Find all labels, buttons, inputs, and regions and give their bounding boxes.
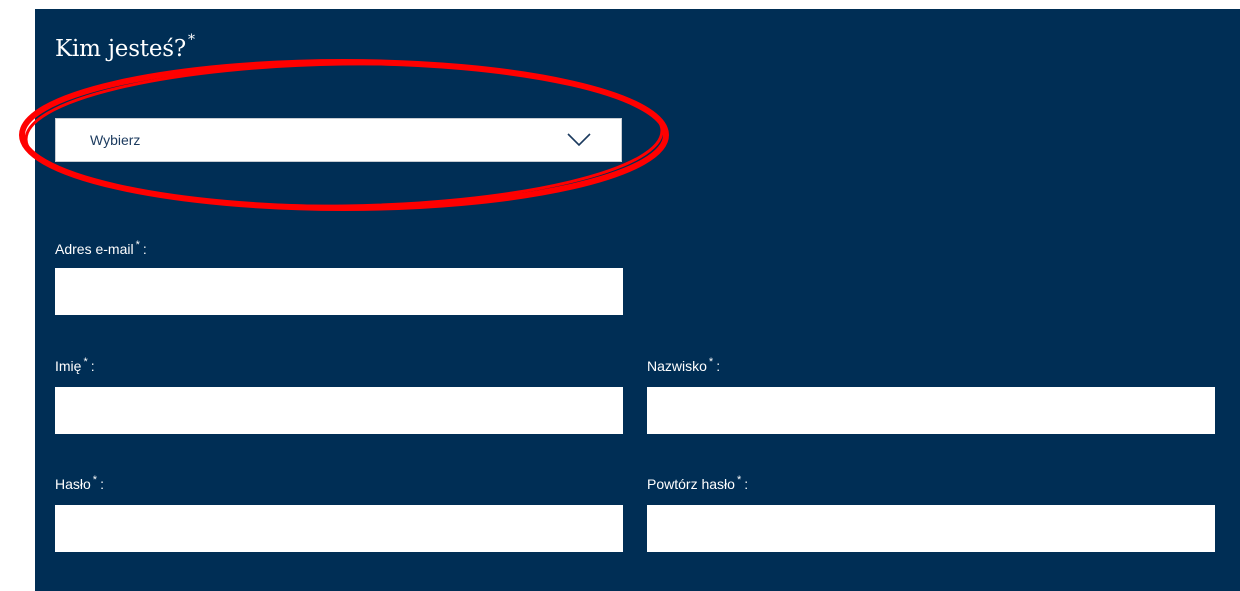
first-name-label-text: Imię <box>55 358 82 374</box>
password-input[interactable] <box>55 505 623 552</box>
required-asterisk: * <box>708 356 714 368</box>
password-repeat-label-text: Powtórz hasło <box>647 476 735 492</box>
required-asterisk: * <box>135 239 140 251</box>
required-asterisk: * <box>188 32 195 48</box>
first-name-input[interactable] <box>55 387 623 434</box>
first-name-label: Imię *: <box>55 356 95 374</box>
who-are-you-heading: Kim jesteś? * <box>55 32 195 62</box>
required-asterisk: * <box>736 474 742 486</box>
required-asterisk: * <box>92 474 98 486</box>
last-name-label-text: Nazwisko <box>647 358 707 374</box>
label-colon: : <box>100 476 104 492</box>
who-are-you-select[interactable]: Wybierz <box>55 118 622 162</box>
last-name-input[interactable] <box>647 387 1215 434</box>
password-repeat-input[interactable] <box>647 505 1215 552</box>
label-colon: : <box>744 476 749 492</box>
last-name-label: Nazwisko *: <box>647 356 721 374</box>
chevron-down-icon <box>567 133 591 147</box>
email-label: Adres e-mail *: <box>55 239 147 257</box>
password-repeat-label: Powtórz hasło *: <box>647 474 749 492</box>
password-label: Hasło *: <box>55 474 104 492</box>
password-label-text: Hasło <box>55 476 91 492</box>
required-asterisk: * <box>83 356 88 368</box>
label-colon: : <box>90 358 95 374</box>
who-are-you-label: Kim jesteś? <box>55 36 186 62</box>
email-label-text: Adres e-mail <box>55 241 134 257</box>
email-input[interactable] <box>55 268 623 315</box>
label-colon: : <box>142 241 147 257</box>
label-colon: : <box>716 358 721 374</box>
select-value: Wybierz <box>90 132 141 148</box>
